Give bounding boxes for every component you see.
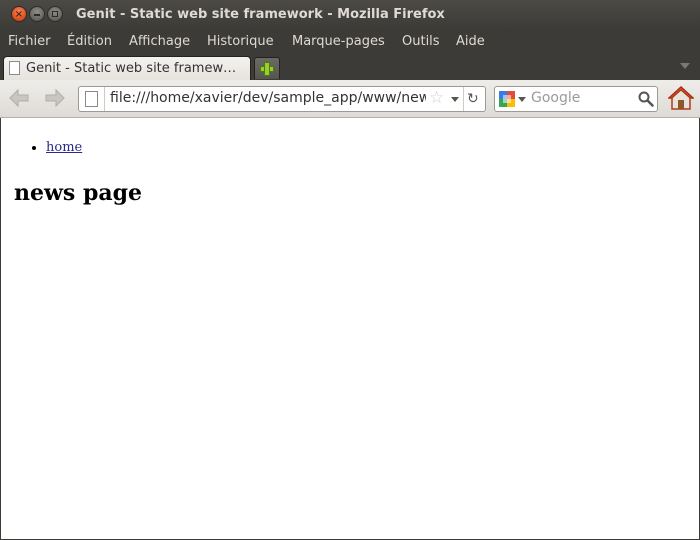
search-bar[interactable]: Google: [494, 86, 658, 112]
nav-list: home: [1, 140, 82, 155]
bookmark-star-icon[interactable]: ☆: [429, 88, 444, 108]
search-input[interactable]: Google: [531, 90, 631, 106]
home-link[interactable]: home: [46, 140, 82, 155]
list-item: home: [46, 140, 82, 155]
menu-outils[interactable]: Outils: [402, 34, 440, 49]
navigation-toolbar: file:///home/xavier/dev/sample_app/www/n…: [0, 80, 700, 118]
menu-fichier[interactable]: Fichier: [8, 34, 51, 49]
back-icon[interactable]: [7, 87, 31, 109]
dropdown-icon[interactable]: [451, 97, 459, 102]
url-input[interactable]: file:///home/xavier/dev/sample_app/www/n…: [110, 90, 426, 106]
minimize-icon[interactable]: [29, 6, 45, 22]
tab-label: Genit - Static web site framew…: [26, 61, 237, 76]
google-icon[interactable]: [499, 91, 515, 107]
url-bar[interactable]: file:///home/xavier/dev/sample_app/www/n…: [78, 86, 486, 112]
menu-bar: Fichier Édition Affichage Historique Mar…: [0, 30, 700, 54]
browser-window: × Genit - Static web site framework - Mo…: [0, 0, 700, 540]
reload-divider: [463, 87, 464, 111]
new-tab-button[interactable]: [254, 57, 280, 79]
menu-aide[interactable]: Aide: [456, 34, 485, 49]
reload-icon[interactable]: ↻: [467, 90, 479, 108]
menu-historique[interactable]: Historique: [207, 34, 274, 49]
new-tab-icon-vertical: [264, 62, 270, 76]
page-heading: news page: [14, 180, 142, 206]
menu-affichage[interactable]: Affichage: [129, 34, 190, 49]
page-content: home news page: [1, 118, 699, 539]
title-bar: × Genit - Static web site framework - Mo…: [0, 0, 700, 30]
page-icon: [9, 61, 20, 75]
home-icon[interactable]: [667, 85, 695, 111]
menu-edition[interactable]: Édition: [67, 34, 112, 49]
url-divider: [104, 87, 105, 111]
tab-genit[interactable]: Genit - Static web site framew…: [3, 56, 251, 80]
maximize-icon[interactable]: [47, 6, 63, 22]
tab-list-icon[interactable]: [680, 63, 690, 69]
search-engine-dropdown-icon[interactable]: [518, 97, 526, 102]
menu-marque-pages[interactable]: Marque-pages: [292, 34, 385, 49]
forward-icon[interactable]: [43, 87, 67, 109]
window-title: Genit - Static web site framework - Mozi…: [76, 7, 445, 22]
close-icon[interactable]: ×: [11, 6, 27, 22]
page-icon: [85, 91, 98, 107]
magnifier-icon[interactable]: [638, 91, 654, 107]
tab-strip: Genit - Static web site framew…: [0, 54, 700, 80]
